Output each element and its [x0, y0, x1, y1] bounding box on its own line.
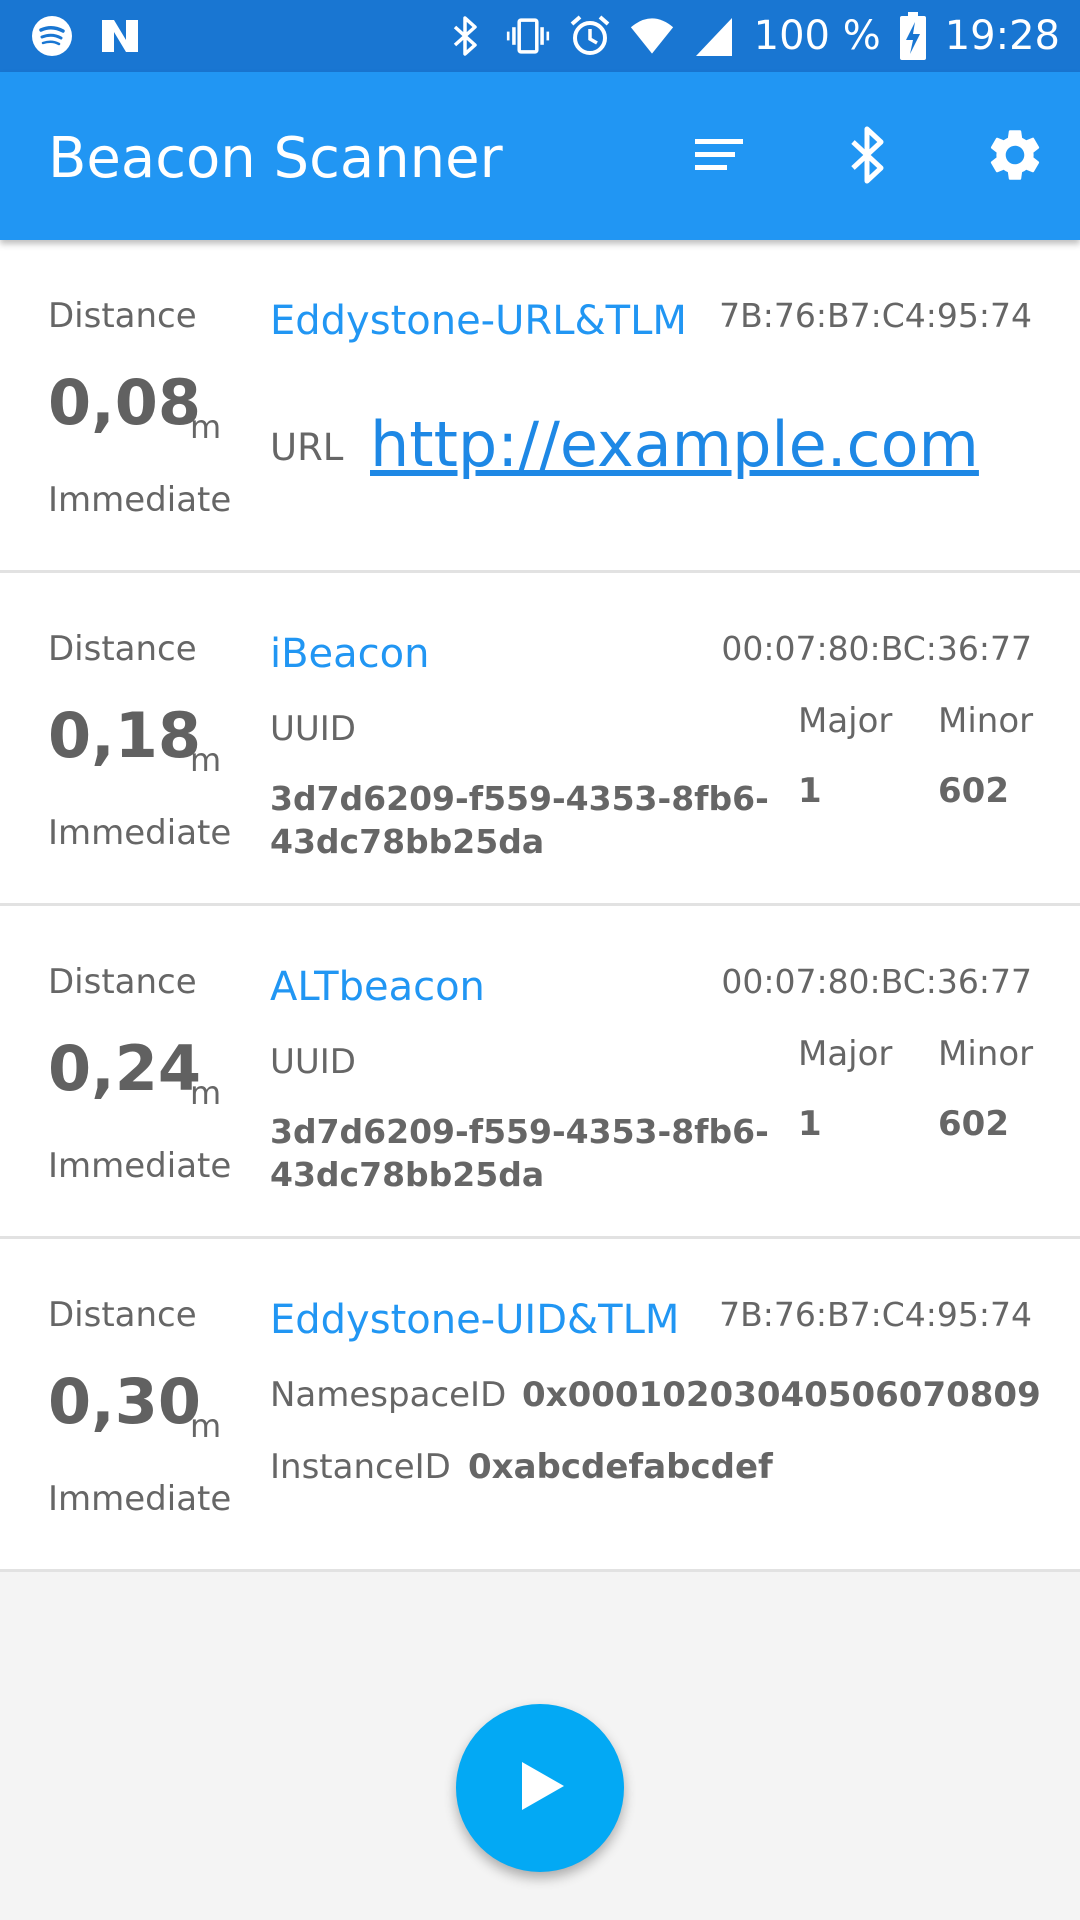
spotify-icon [30, 14, 74, 58]
distance-value: 0,30 [48, 1365, 201, 1438]
status-bar: 100 % 19:28 [0, 0, 1080, 72]
beacon-list: Distance 0,08 m Immediate Eddystone-URL&… [0, 240, 1080, 1572]
major-value: 1 [798, 1104, 822, 1144]
namespace-value: 0x00010203040506070809 [522, 1375, 1041, 1415]
beacon-card[interactable]: Distance 0,24 m Immediate ALTbeacon 00:0… [0, 906, 1080, 1239]
uuid-label: UUID [270, 1042, 356, 1082]
beacon-type: iBeacon [270, 631, 430, 677]
distance-unit: m [190, 408, 222, 446]
major-label: Major [798, 701, 893, 741]
settings-icon[interactable] [984, 124, 1046, 186]
uuid-value: 3d7d6209-f559-4353-8fb6-43dc78bb25da [270, 779, 769, 861]
mac-address: 00:07:80:BC:36:77 [721, 962, 1032, 1001]
distance-value: 0,18 [48, 699, 201, 772]
distance-unit: m [190, 1407, 222, 1445]
alarm-icon [568, 14, 612, 58]
distance-unit: m [190, 1074, 222, 1112]
minor-label: Minor [938, 1034, 1034, 1074]
clock-time: 19:28 [944, 13, 1060, 59]
app-title: Beacon Scanner [48, 126, 503, 191]
uuid-value: 3d7d6209-f559-4353-8fb6-43dc78bb25da [270, 1112, 769, 1194]
distance-label: Distance [48, 1295, 197, 1335]
beacon-card[interactable]: Distance 0,18 m Immediate iBeacon 00:07:… [0, 573, 1080, 906]
major-value: 1 [798, 771, 822, 811]
distance-value: 0,08 [48, 366, 201, 439]
sort-icon[interactable] [688, 124, 750, 186]
signal-icon [692, 14, 736, 58]
app-bar: Beacon Scanner [0, 72, 1080, 240]
proximity-label: Immediate [48, 1479, 232, 1519]
distance-label: Distance [48, 629, 197, 669]
namespace-label: NamespaceID [270, 1375, 507, 1415]
battery-charging-icon [899, 12, 927, 60]
instance-label: InstanceID [270, 1447, 451, 1487]
scan-play-button[interactable] [456, 1704, 624, 1872]
distance-label: Distance [48, 962, 197, 1002]
proximity-label: Immediate [48, 813, 232, 853]
beacon-type: Eddystone-UID&TLM [270, 1297, 680, 1343]
beacon-type: ALTbeacon [270, 964, 485, 1010]
bluetooth-icon[interactable] [836, 124, 898, 186]
vibrate-icon [506, 14, 550, 58]
url-link[interactable]: http://example.com [370, 408, 979, 481]
beacon-card[interactable]: Distance 0,30 m Immediate Eddystone-UID&… [0, 1239, 1080, 1572]
minor-value: 602 [938, 771, 1009, 811]
minor-value: 602 [938, 1104, 1009, 1144]
distance-label: Distance [48, 296, 197, 336]
mac-address: 00:07:80:BC:36:77 [721, 629, 1032, 668]
beacon-type: Eddystone-URL&TLM [270, 298, 687, 344]
wifi-icon [630, 14, 674, 58]
play-icon [510, 1756, 570, 1821]
uuid-label: UUID [270, 709, 356, 749]
distance-value: 0,24 [48, 1032, 201, 1105]
proximity-label: Immediate [48, 480, 232, 520]
distance-unit: m [190, 741, 222, 779]
minor-label: Minor [938, 701, 1034, 741]
major-label: Major [798, 1034, 893, 1074]
battery-percentage: 100 % [753, 13, 881, 59]
proximity-label: Immediate [48, 1146, 232, 1186]
mac-address: 7B:76:B7:C4:95:74 [719, 296, 1032, 335]
beacon-card[interactable]: Distance 0,08 m Immediate Eddystone-URL&… [0, 240, 1080, 573]
mac-address: 7B:76:B7:C4:95:74 [719, 1295, 1032, 1334]
bluetooth-icon [444, 14, 488, 58]
n-notification-icon [98, 14, 142, 58]
url-label: URL [270, 426, 344, 469]
instance-value: 0xabcdefabcdef [468, 1447, 773, 1487]
